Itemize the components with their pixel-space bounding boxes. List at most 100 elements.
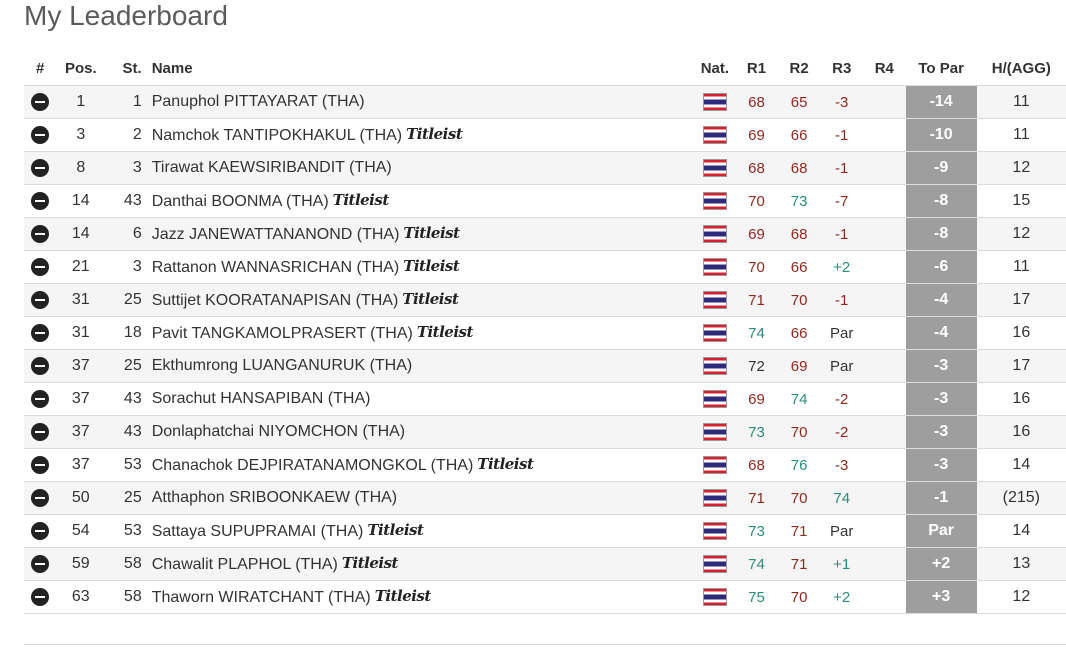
round4-score [863,415,906,449]
header-topar[interactable]: To Par [906,52,977,86]
round3-score: Par [820,316,864,350]
header-r2[interactable]: R2 [778,52,821,86]
player-name[interactable]: Chawalit PLAPHOL (THA) [152,556,338,573]
header-nat: Nat. [700,60,730,77]
minus-circle-icon[interactable] [31,224,50,243]
round2-score: 74 [777,382,821,416]
minus-circle-icon[interactable] [31,554,50,573]
table-row[interactable]: 37 53 Chanachok DEJPIRATANAMONGKOL (THA) Ti… [24,448,1066,482]
player-name[interactable]: Thaworn WIRATCHANT (THA) [152,589,371,606]
header-r1[interactable]: R1 [735,52,778,86]
aggregate-score: 17 [976,349,1066,383]
header-agg[interactable]: H/(AGG) [977,52,1066,86]
minus-circle-icon[interactable] [31,521,50,540]
player-name[interactable]: Panuphol PITTAYARAT (THA) [152,93,365,110]
round2-score: 70 [777,283,821,317]
round4-score [863,118,906,152]
round4-score [863,217,906,251]
round1-score: 69 [735,118,778,152]
player-name[interactable]: Ekthumrong LUANGANURUK (THA) [152,357,413,374]
table-row[interactable]: 37 25 Ekthumrong LUANGANURUK (THA) 72 69 Par -… [24,349,1066,383]
player-name-cell: Thaworn WIRATCHANT (THA) Titleist [145,580,695,614]
minus-circle-icon[interactable] [31,488,50,507]
player-name[interactable]: Jazz JANEWATTANANOND (THA) [152,226,400,243]
round3-score: -2 [820,382,864,416]
header-r3[interactable]: R3 [820,52,863,86]
minus-circle-icon[interactable] [31,191,50,210]
player-name[interactable]: Pavit TANGKAMOLPRASERT (THA) [152,325,413,342]
header-pos[interactable]: Pos. [56,52,105,86]
aggregate-score: 11 [976,118,1066,152]
round2-score: 71 [777,514,821,548]
table-row[interactable]: 14 6 Jazz JANEWATTANANOND (THA) Titleist 69 6… [24,217,1066,251]
titleist-logo: Titleist [403,224,460,242]
round1-score: 70 [735,184,778,218]
minus-circle-icon[interactable] [31,158,50,177]
round2-score: 65 [777,85,821,119]
player-name-cell: Chawalit PLAPHOL (THA) Titleist [145,547,695,581]
table-row[interactable]: 37 43 Donlaphatchai NIYOMCHON (THA) 73 70 -2 -… [24,415,1066,449]
table-row[interactable]: 63 58 Thaworn WIRATCHANT (THA) Titleist 75 70… [24,580,1066,614]
table-row[interactable]: 37 43 Sorachut HANSAPIBAN (THA) 69 74 -2 -3 16 [24,382,1066,416]
player-name[interactable]: Sorachut HANSAPIBAN (THA) [152,390,371,407]
player-name-cell: Atthaphon SRIBOONKAEW (THA) [145,481,695,515]
table-row[interactable]: 1 1 Panuphol PITTAYARAT (THA) 68 65 -3 -14 11 [24,85,1066,119]
player-name[interactable]: Chanachok DEJPIRATANAMONGKOL (THA) [152,457,474,474]
player-name[interactable]: Atthaphon SRIBOONKAEW (THA) [152,489,397,506]
thailand-flag-icon [702,224,727,243]
table-row[interactable]: 21 3 Rattanon WANNASRICHAN (THA) Titleist 70… [24,250,1066,284]
player-name[interactable]: Donlaphatchai NIYOMCHON (THA) [152,423,405,440]
table-row[interactable]: 50 25 Atthaphon SRIBOONKAEW (THA) 71 70 74 -1(… [24,481,1066,515]
thailand-flag-icon [702,290,727,309]
aggregate-score: 16 [976,382,1066,416]
round3-score: +2 [820,250,864,284]
minus-circle-icon[interactable] [31,290,50,309]
table-row[interactable]: 14 43 Danthai BOONMA (THA) Titleist 70 73 -7 -8… [24,184,1066,218]
minus-circle-icon[interactable] [31,92,50,111]
to-par-score: -8 [905,184,977,218]
to-par-score: Par [905,514,977,548]
player-name[interactable]: Namchok TANTIPOKHAKUL (THA) [152,127,402,144]
round4-score [863,547,906,581]
aggregate-score: 16 [976,415,1066,449]
start-cell: 43 [105,415,146,449]
position-cell: 37 [56,415,106,449]
player-name-cell: Tirawat KAEWSIRIBANDIT (THA) [145,151,695,185]
aggregate-score: 14 [976,514,1066,548]
table-row[interactable]: 31 25 Suttijet KOORATANAPISAN (THA) Titleis… [24,283,1066,317]
minus-circle-icon[interactable] [31,587,50,606]
header-name[interactable]: Name [146,52,695,86]
position-cell: 59 [56,547,106,581]
round3-score: -2 [820,415,864,449]
nationality-cell [694,217,736,251]
minus-circle-icon[interactable] [31,257,50,276]
minus-circle-icon[interactable] [31,389,50,408]
minus-circle-icon[interactable] [31,356,50,375]
player-name[interactable]: Danthai BOONMA (THA) [152,193,329,210]
minus-circle-icon[interactable] [31,125,50,144]
table-row[interactable]: 8 3 Tirawat KAEWSIRIBANDIT (THA) 68 68 -1 -9 12 [24,151,1066,185]
table-row[interactable]: 31 18 Pavit TANGKAMOLPRASERT (THA) Titleist… [24,316,1066,350]
round2-score: 76 [777,448,821,482]
player-name[interactable]: Sattaya SUPUPRAMAI (THA) [152,523,364,540]
round4-score [863,85,906,119]
player-name[interactable]: Rattanon WANNASRICHAN (THA) [152,259,399,276]
table-row[interactable]: 54 53 Sattaya SUPUPRAMAI (THA) Titleist 73 71… [24,514,1066,548]
header-st[interactable]: St. [105,52,146,86]
round4-score [863,349,906,383]
minus-circle-icon[interactable] [31,455,50,474]
aggregate-score: 11 [976,85,1066,119]
player-name[interactable]: Suttijet KOORATANAPISAN (THA) [152,292,399,309]
minus-circle-icon[interactable] [31,323,50,342]
header-r4[interactable]: R4 [863,52,906,86]
player-name[interactable]: Tirawat KAEWSIRIBANDIT (THA) [152,159,392,176]
thailand-flag-icon [702,158,727,177]
nationality-cell [694,481,736,515]
table-row[interactable]: 3 2 Namchok TANTIPOKHAKUL (THA) Titleist 69 6… [24,118,1066,152]
table-row[interactable]: 59 58 Chawalit PLAPHOL (THA) Titleist 74 71 +1… [24,547,1066,581]
round1-score: 73 [735,415,778,449]
minus-circle-icon[interactable] [31,422,50,441]
row-action-cell [24,184,57,218]
thailand-flag-icon [702,554,727,573]
round2-score: 71 [777,547,821,581]
